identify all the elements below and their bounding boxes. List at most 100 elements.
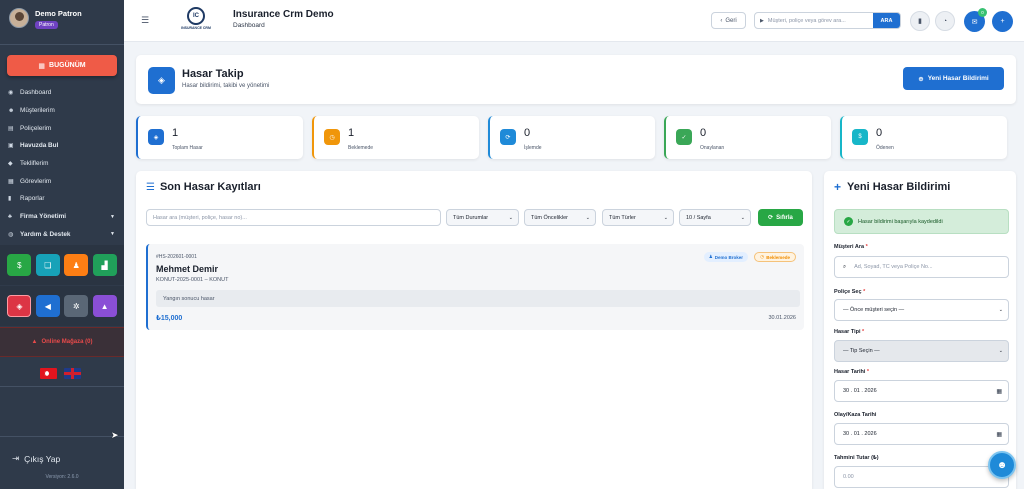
broker-badge-text: Demo Broker <box>714 254 743 260</box>
store-icon: ▲ <box>31 339 38 345</box>
mail-icon[interactable]: ✉ 0 <box>964 8 987 32</box>
status-badge: ◷ Beklemede <box>754 252 796 262</box>
estimated-amount-input[interactable]: 0.00 <box>834 466 1009 488</box>
users-icon: ☻ <box>8 107 15 114</box>
claim-type-select[interactable]: — Tip Seçin — ⌄ <box>834 340 1009 362</box>
refresh-icon: ⟳ <box>500 129 516 145</box>
status-filter-value: Tüm Durumlar <box>453 214 489 221</box>
broker-badge: ♟ Demo Broker <box>703 252 748 262</box>
sidebar-item-label: Poliçelerim <box>20 124 52 132</box>
required-mark: * <box>866 369 870 375</box>
turkish-flag-icon[interactable] <box>40 368 57 379</box>
customer-search-input[interactable]: ⌕ Ad, Soyad, TC veya Poliçe No... <box>834 256 1009 278</box>
logo-text: INSURANCE CRM <box>181 26 211 30</box>
mail-badge: 0 <box>978 8 987 17</box>
page-size-select[interactable]: 10 / Sayfa ⌄ <box>679 209 751 226</box>
required-mark: * <box>865 244 868 250</box>
stat-label: Toplam Hasar <box>172 145 203 151</box>
bell-icon[interactable]: ◔ <box>935 11 955 31</box>
type-filter-select[interactable]: Tüm Türler ⌄ <box>602 209 674 226</box>
dollar-icon[interactable]: $ <box>7 254 32 276</box>
event-date-value: 30 . 01 . 2026 <box>843 431 877 437</box>
stat-pending: ◷ 1 Beklemede <box>312 116 479 159</box>
stat-value: 0 <box>876 127 883 139</box>
list-title-text: Son Hasar Kayıtları <box>159 181 261 193</box>
sidebar-item-dashboard[interactable]: ◉ Dashboard <box>0 84 124 102</box>
page-header: ◈ Hasar Takip Hasar bildirimi, takibi ve… <box>136 55 1016 104</box>
sidebar-item-label: Firma Yönetimi <box>20 213 67 221</box>
label-text: Tahmini Tutar (₺) <box>834 455 879 461</box>
pool-icon: ▣ <box>8 143 14 150</box>
check-icon: ✓ <box>676 129 692 145</box>
calendar-icon: ▦ <box>38 62 46 70</box>
claim-search-input[interactable]: Hasar ara (müşteri, poliçe, hasar no)... <box>146 209 441 226</box>
calendar-icon[interactable]: ▦ <box>996 388 1002 395</box>
sidebar-item-tasks[interactable]: ▦ Görevlerim <box>0 172 124 190</box>
chevron-down-icon: ⌄ <box>740 214 745 221</box>
help-icon: ◍ <box>8 231 14 238</box>
required-mark: * <box>863 289 866 295</box>
search-button[interactable]: ARA <box>873 13 900 28</box>
form-title: + Yeni Hasar Bildirimi <box>834 180 950 194</box>
org-icon: ♣ <box>8 213 12 220</box>
claim-record[interactable]: #HS-202601-0001 Mehmet Demir KONUT-2025-… <box>146 244 804 330</box>
chat-icon[interactable]: ❏ <box>35 254 60 276</box>
robot-assistant-button[interactable]: ☻ <box>988 451 1016 479</box>
stat-approved: ✓ 0 Onaylanan <box>664 116 831 159</box>
sidebar-item-reports[interactable]: ▮ Raporlar <box>0 190 124 208</box>
chevron-left-icon: ‹ <box>720 17 723 24</box>
priority-filter-select[interactable]: Tüm Öncelikler ⌄ <box>524 209 596 226</box>
chevron-down-icon: ⌄ <box>998 307 1003 313</box>
policy-select-value: — Önce müşteri seçin — <box>843 307 905 313</box>
policy-select[interactable]: — Önce müşteri seçin — ⌄ <box>834 299 1009 321</box>
label-text: Poliçe Seç <box>834 289 862 295</box>
claim-date-label: Hasar Tarihi * <box>834 369 869 375</box>
logout-button[interactable]: ⇥ Çıkış Yap <box>12 453 60 464</box>
sidebar-item-customers[interactable]: ☻ Müşterilerim <box>0 102 124 120</box>
divider <box>0 386 124 387</box>
sidebar-item-company[interactable]: ♣ Firma Yönetimi ▼ <box>0 208 124 226</box>
status-badge-text: Beklemede <box>766 254 790 260</box>
status-filter-select[interactable]: Tüm Durumlar ⌄ <box>446 209 519 226</box>
back-button[interactable]: ‹ Geri <box>711 12 746 29</box>
megaphone-icon[interactable]: ◀ <box>35 295 60 317</box>
list-title: ☰ Son Hasar Kayıtları <box>146 181 261 193</box>
graduation-icon[interactable]: ▲ <box>92 295 117 317</box>
reset-button[interactable]: ⟳ Sıfırla <box>758 209 803 226</box>
claim-date-value: 30 . 01 . 2026 <box>843 388 877 394</box>
person-icon[interactable]: ♟ <box>64 254 89 276</box>
topbar: ☰ IC INSURANCE CRM Insurance Crm Demo Da… <box>124 0 1024 42</box>
sidebar-item-policies[interactable]: ▤ Poliçelerim <box>0 119 124 137</box>
logo-mark: IC <box>187 7 205 25</box>
stat-label: İşlemde <box>524 145 542 151</box>
user-panel[interactable]: Demo Patron Patron <box>0 0 124 44</box>
english-flag-icon[interactable] <box>64 368 81 379</box>
label-text: Olay/Kaza Tarihi <box>834 412 877 418</box>
online-store-link[interactable]: ▲ Online Mağaza (0) <box>0 327 124 357</box>
add-icon[interactable]: + <box>992 11 1013 32</box>
event-date-input[interactable]: 30 . 01 . 2026 ▦ <box>834 423 1009 445</box>
sidebar-item-offers[interactable]: ◆ Tekliflerim <box>0 155 124 173</box>
bar-chart-icon[interactable]: ▟ <box>92 254 117 276</box>
hamburger-menu-icon[interactable]: ☰ <box>141 15 149 26</box>
today-button[interactable]: ▦ BUGÜNÜM <box>7 55 117 76</box>
sidebar-menu: ◉ Dashboard ☻ Müşterilerim ▤ Poliçelerim ▣ H… <box>0 84 124 243</box>
global-search[interactable]: ▶ Müşteri, poliçe veya görev ara... ARA <box>754 12 901 29</box>
page-breadcrumb: Dashboard <box>233 22 265 29</box>
chevron-down-icon: ⌄ <box>508 214 513 221</box>
new-claim-button[interactable]: ⊕ Yeni Hasar Bildirimi <box>903 67 1004 90</box>
book-icon[interactable]: ▮ <box>910 11 930 31</box>
sidebar-item-pool[interactable]: ▣ Havuzda Bul <box>0 137 124 155</box>
sidebar-item-help[interactable]: ◍ Yardım & Destek ▼ <box>0 226 124 244</box>
type-filter-value: Tüm Türler <box>609 214 636 221</box>
calendar-icon[interactable]: ▦ <box>996 431 1002 438</box>
gear-icon[interactable]: ✲ <box>64 295 89 317</box>
new-claim-form: + Yeni Hasar Bildirimi ✓ Hasar bildirimi… <box>824 171 1016 489</box>
shield-icon[interactable]: ◈ <box>7 295 32 317</box>
page-title: Hasar Takip <box>182 68 244 80</box>
claim-type-value: — Tip Seçin — <box>843 348 880 354</box>
robot-icon: ☻ <box>996 459 1008 471</box>
claim-date-input[interactable]: 30 . 01 . 2026 ▦ <box>834 380 1009 402</box>
search-input[interactable]: Müşteri, poliçe veya görev ara... <box>768 18 846 24</box>
user-icon: ♟ <box>708 254 713 259</box>
